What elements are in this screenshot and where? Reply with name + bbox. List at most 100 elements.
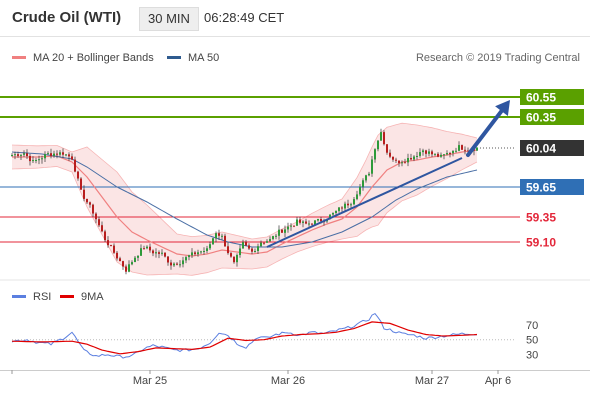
candle-body [380,132,382,141]
rsi-tick-70: 70 [526,320,538,332]
candle-body [263,242,265,244]
candle-body [203,251,205,252]
candle-body [47,153,49,155]
candle-body [422,150,424,153]
candle-body [191,252,193,256]
ma20-swatch [12,56,26,59]
candle-body [38,159,40,161]
candle-body [125,266,127,272]
candle-body [167,256,169,263]
candle-body [248,245,250,249]
candle-body [119,258,121,262]
candle-body [143,248,145,250]
candle-body [26,153,28,156]
interval-selector[interactable]: 30 MIN [139,7,199,31]
legend-item-ma50: MA 50 [167,52,219,64]
candle-body [317,219,319,221]
legend-item-ma20: MA 20 + Bollinger Bands [12,52,154,64]
candle-body [29,156,31,162]
level-labels: 60.55 60.35 59.65 59.35 59.10 60.04 [520,89,584,250]
candle-body [170,262,172,266]
candle-body [425,150,427,154]
last-price-label: 60.04 [526,142,556,156]
candle-body [161,252,163,254]
x-tick-label: Mar 27 [415,375,449,387]
rsi-legend: RSI 9MA [12,291,104,303]
candle-body [302,221,304,223]
candle-body [449,153,451,154]
candle-body [140,248,142,256]
candle-body [128,264,130,272]
candle-body [95,213,97,220]
candle-body [476,147,478,151]
candle-body [20,154,22,156]
candle-body [209,244,211,249]
level-label-59.10: 59.10 [526,236,556,250]
candle-body [23,153,25,155]
candle-body [59,152,61,155]
candle-body [269,239,271,242]
legend-ma20-label: MA 20 + Bollinger Bands [33,52,154,64]
level-label-60.35: 60.35 [526,111,556,125]
candle-body [176,263,178,265]
candle-body [335,210,337,213]
candle-body [389,152,391,157]
candle-body [116,252,118,259]
price-panel: 60.55 60.35 59.65 59.35 59.10 60.04 [0,89,584,276]
candle-body [365,175,367,181]
candle-body [245,242,247,246]
candle-body [68,154,70,157]
candle-body [464,149,466,151]
candle-body [212,238,214,245]
candle-body [71,156,73,160]
candle-body [239,248,241,255]
candle-body [278,229,280,236]
candle-body [332,213,334,215]
candle-body [344,203,346,209]
candle-body [368,173,370,176]
candle-body [152,250,154,254]
candle-body [413,156,415,160]
candle-body [218,233,220,236]
candle-body [341,207,343,209]
candle-body [287,226,289,230]
candle-body [416,156,418,157]
candle-body [401,162,403,164]
candle-body [374,149,376,160]
candle-body [293,225,295,227]
candle-body [101,225,103,232]
candle-body [80,178,82,190]
candle-body [455,150,457,152]
candle-body [182,260,184,265]
candle-body [383,132,385,145]
ma9-swatch [60,295,74,298]
candle-body [179,264,181,266]
candle-body [350,204,352,206]
candle-body [434,153,436,155]
ma9-legend-label: 9MA [81,291,104,303]
rsi-line [11,312,478,359]
candle-body [281,229,283,233]
candle-body [74,159,76,172]
candle-body [77,171,79,179]
candle-body [146,246,148,249]
candle-body [398,160,400,164]
candle-body [110,245,112,247]
candle-body [272,236,274,239]
chart-header: Crude Oil (WTI) 30 MIN 06:28:49 CET [0,0,590,36]
x-tick-label: Apr 6 [485,375,511,387]
price-chart[interactable]: MA 20 + Bollinger Bands MA 50 Research ©… [0,36,590,400]
candle-body [236,255,238,263]
candle-body [53,153,55,156]
candle-body [224,235,226,247]
rsi-swatch [12,295,26,298]
candle-body [194,252,196,255]
candle-body [242,242,244,249]
candle-body [446,153,448,155]
time-readout: 06:28:49 CET [204,10,285,25]
candle-body [260,242,262,247]
candle-body [107,240,109,246]
candle-body [386,144,388,153]
candle-body [92,204,94,214]
rsi-panel: 70 50 30 [11,312,538,362]
